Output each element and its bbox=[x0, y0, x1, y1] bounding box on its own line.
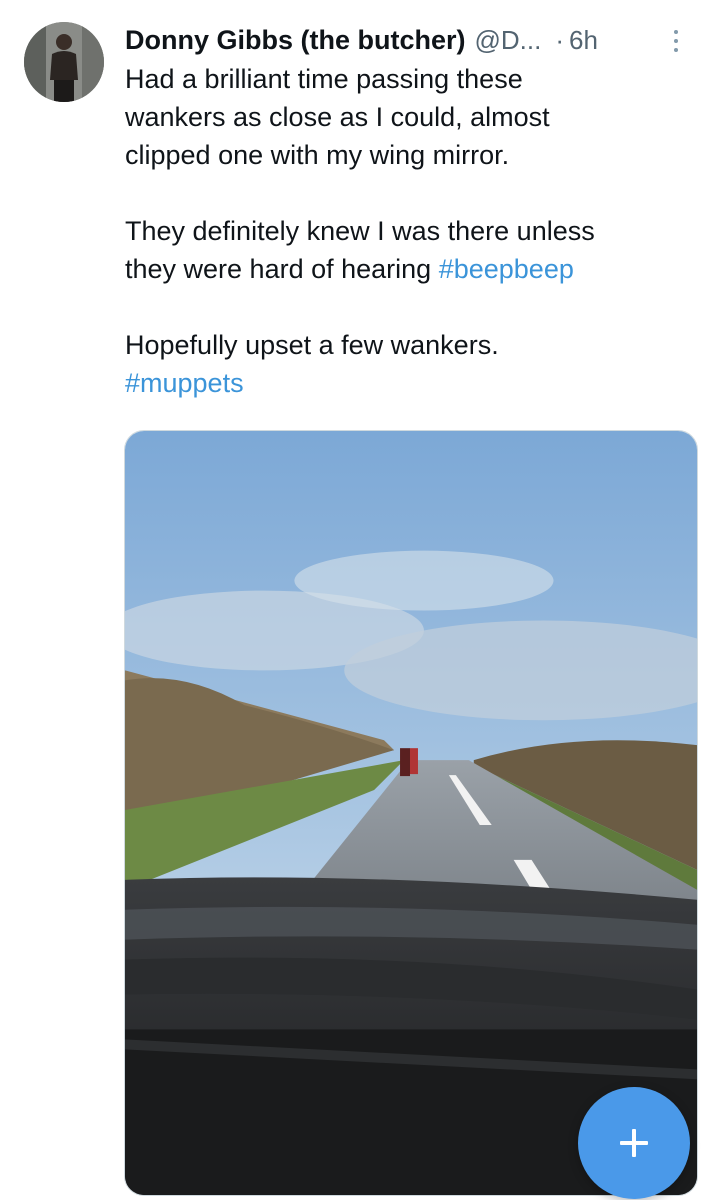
hashtag-link[interactable]: #beepbeep bbox=[439, 254, 574, 284]
more-options-icon[interactable] bbox=[666, 26, 686, 56]
tweet-line: Had a brilliant time passing these bbox=[125, 64, 523, 94]
tweet-line: clipped one with my wing mirror. bbox=[125, 140, 510, 170]
avatar[interactable] bbox=[24, 22, 104, 102]
avatar-image bbox=[24, 22, 104, 102]
tweet-line: Hopefully upset a few wankers. bbox=[125, 330, 499, 360]
tweet-text-fragment: they were hard of hearing bbox=[125, 254, 439, 284]
plus-icon bbox=[620, 1129, 648, 1157]
tweet-card[interactable]: Donny Gibbs (the butcher) @D... · 6h Had… bbox=[0, 0, 721, 1200]
tweet-text: Had a brilliant time passing these wanke… bbox=[125, 60, 695, 402]
tweet-header: Donny Gibbs (the butcher) @D... · 6h bbox=[125, 22, 710, 58]
author-handle[interactable]: @D... bbox=[475, 25, 542, 56]
tweet-photo[interactable] bbox=[124, 430, 698, 1196]
separator: · bbox=[555, 24, 565, 55]
compose-button[interactable] bbox=[578, 1087, 690, 1199]
author-name[interactable]: Donny Gibbs (the butcher) bbox=[125, 25, 466, 56]
timestamp[interactable]: 6h bbox=[569, 25, 598, 56]
hashtag-link[interactable]: #muppets bbox=[125, 368, 244, 398]
tweet-line: #muppets bbox=[125, 364, 695, 402]
road-photo bbox=[125, 431, 697, 1195]
tweet-line: wankers as close as I could, almost bbox=[125, 102, 550, 132]
tweet-line: They definitely knew I was there unless bbox=[125, 216, 595, 246]
tweet-line: they were hard of hearing #beepbeep bbox=[125, 250, 695, 288]
